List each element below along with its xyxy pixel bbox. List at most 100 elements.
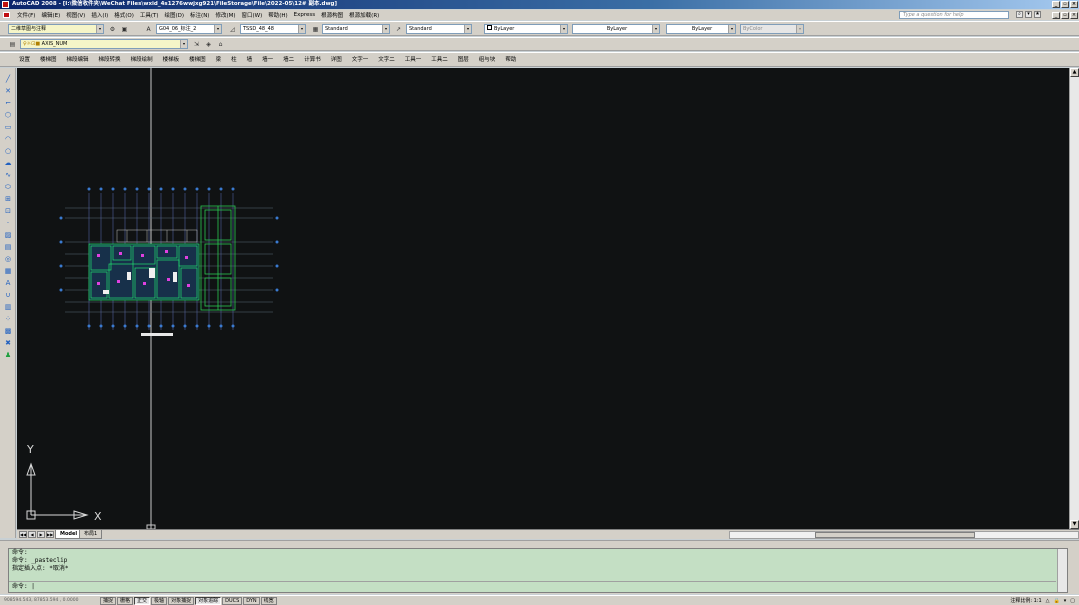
menu-dimension[interactable]: 标注(N) (187, 11, 212, 19)
command-input[interactable]: 命令: | (9, 581, 1056, 592)
tssd-item-group-block[interactable]: 组与块 (474, 55, 501, 65)
text-style-select[interactable]: G04_06_标注_2 ▾ (156, 24, 222, 34)
tssd-item-text-one[interactable]: 文字一 (347, 55, 374, 65)
point-icon[interactable]: · (3, 218, 13, 228)
tool-palette-icon[interactable]: ▥ (3, 302, 13, 312)
tssd-item-stair-plan[interactable]: 楼梯图 (35, 55, 62, 65)
scroll-down-icon[interactable]: ▼ (1070, 520, 1079, 529)
tssd-item-stair-drawing[interactable]: 楼梯图 (184, 55, 211, 65)
search-icon[interactable]: ⌕ (1016, 11, 1023, 18)
insert-block-icon[interactable]: ⊞ (3, 194, 13, 204)
polyline-icon[interactable]: ⌐ (3, 98, 13, 108)
tab-layout1[interactable]: 布局1 (79, 530, 103, 539)
menu-draw[interactable]: 绘图(D) (162, 11, 188, 19)
region-icon[interactable]: ◎ (3, 254, 13, 264)
layer-manager-icon[interactable]: ▤ (8, 40, 17, 49)
document-icon[interactable] (3, 12, 10, 18)
spline-icon[interactable]: ∿ (3, 170, 13, 180)
linetype-select[interactable]: ByLayer ▾ (572, 24, 660, 34)
first-tab-icon[interactable]: ◀◀ (19, 531, 27, 538)
minimize-button[interactable]: _ (1052, 1, 1060, 8)
tssd-item-settings[interactable]: 设置 (14, 55, 35, 65)
tssd-item-text-two[interactable]: 文字二 (373, 55, 400, 65)
dots-icon[interactable]: ⁘ (3, 314, 13, 324)
menu-edit[interactable]: 编辑(E) (38, 11, 63, 19)
tssd-item-flight-edit[interactable]: 梯段编辑 (62, 55, 94, 65)
prev-tab-icon[interactable]: ◀ (28, 531, 36, 538)
otrack-toggle[interactable]: 对象追踪 (195, 596, 222, 605)
tssd-item-tools-two[interactable]: 工具二 (426, 55, 453, 65)
menu-insert[interactable]: 插入(I) (88, 11, 111, 19)
command-history[interactable]: 命令: 命令: _pasteclip 指定插入点: *取消* 命令: | (8, 548, 1068, 593)
construction-line-icon[interactable]: ✕ (3, 86, 13, 96)
ortho-toggle[interactable]: 正交 (134, 596, 151, 605)
maximize-button[interactable]: ▫ (1061, 1, 1069, 8)
tssd-item-wall[interactable]: 墙 (242, 55, 258, 65)
workspace-select[interactable]: 二维草图与注释 ▾ (8, 24, 104, 34)
menu-format[interactable]: 格式(O) (111, 11, 137, 19)
color-select[interactable]: ByLayer ▾ (484, 24, 568, 34)
command-scrollbar[interactable] (1057, 549, 1067, 592)
lineweight-select[interactable]: ByLayer ▾ (666, 24, 736, 34)
magnet-icon[interactable]: ∪ (3, 290, 13, 300)
star-icon[interactable]: ★ (1034, 11, 1041, 18)
workspace-settings-icon[interactable]: ⚙ (108, 25, 117, 34)
dim-style-select[interactable]: TSSD_48_48 ▾ (240, 24, 306, 34)
annotation-visibility-icon[interactable]: △ (1046, 597, 1050, 605)
layer-make-current-icon[interactable]: ⇲ (192, 40, 201, 49)
doc-close-button[interactable]: × (1070, 12, 1078, 19)
rectangle-icon[interactable]: ▭ (3, 122, 13, 132)
gradient-icon[interactable]: ▤ (3, 242, 13, 252)
ellipse-icon[interactable]: ⬭ (3, 182, 13, 192)
drawing-canvas[interactable]: Y X (17, 68, 1069, 529)
revision-cloud-icon[interactable]: ☁ (3, 158, 13, 168)
mleader-style-select[interactable]: Standard ▾ (406, 24, 472, 34)
canvas-horizontal-scrollbar[interactable] (729, 531, 1079, 539)
menu-tools[interactable]: 工具(T) (137, 11, 162, 19)
autocad-app-icon[interactable] (2, 1, 9, 8)
tssd-item-tools-one[interactable]: 工具一 (400, 55, 427, 65)
tssd-item-stair-slab[interactable]: 楼梯板 (158, 55, 185, 65)
menu-help[interactable]: 帮助(H) (265, 11, 290, 19)
layer-previous-icon[interactable]: ◈ (204, 40, 213, 49)
tssd-item-column[interactable]: 柱 (226, 55, 242, 65)
layer-select[interactable]: ♀☼⊡■ AXIS_NUM ▾ (20, 39, 188, 49)
snap-toggle[interactable]: 捕捉 (100, 596, 117, 605)
scroll-thumb[interactable] (815, 532, 975, 538)
circle-icon[interactable]: ○ (3, 146, 13, 156)
tssd-item-beam[interactable]: 梁 (211, 55, 227, 65)
lock-icon[interactable]: 🔒 (1054, 597, 1060, 605)
menu-view[interactable]: 视图(V) (63, 11, 88, 19)
polar-toggle[interactable]: 极轴 (151, 596, 168, 605)
polygon-icon[interactable]: ⬡ (3, 110, 13, 120)
grid-toggle[interactable]: 栅格 (117, 596, 134, 605)
grid-icon[interactable]: ▩ (3, 326, 13, 336)
table-style-icon[interactable]: ▦ (311, 25, 320, 34)
tssd-item-help[interactable]: 帮助 (500, 55, 521, 65)
dyn-toggle[interactable]: DYN (243, 596, 260, 605)
x-mark-icon[interactable]: ✖ (3, 338, 13, 348)
help-dropdown-icon[interactable]: ▾ (1025, 11, 1032, 18)
menu-express[interactable]: Express (291, 12, 318, 18)
annotation-scale[interactable]: 注释比例: 1:1 (1010, 597, 1041, 605)
menu-window[interactable]: 窗口(W) (239, 11, 266, 19)
help-search-input[interactable]: Type a question for help (899, 11, 1009, 19)
plotstyle-select[interactable]: ByColor ▾ (740, 24, 804, 34)
multiline-text-icon[interactable]: A (3, 278, 13, 288)
workspace-lock-icon[interactable]: ▣ (120, 25, 129, 34)
dim-style-icon[interactable]: ◿ (228, 25, 237, 34)
close-button[interactable]: × (1070, 1, 1078, 8)
line-tool-icon[interactable]: ╱ (3, 74, 13, 84)
ducs-toggle[interactable]: DUCS (222, 596, 243, 605)
text-style-icon[interactable]: A (144, 25, 153, 34)
tssd-item-layers[interactable]: 图层 (453, 55, 474, 65)
last-tab-icon[interactable]: ▶▶ (46, 531, 54, 538)
table-icon[interactable]: ▦ (3, 266, 13, 276)
canvas-vertical-scrollbar[interactable]: ▲ ▼ (1069, 68, 1079, 529)
make-block-icon[interactable]: ⊡ (3, 206, 13, 216)
cursor-coordinates[interactable]: 908594.543, 87853.594 , 0.0000 (0, 598, 100, 603)
tssd-item-flight-convert[interactable]: 梯段转换 (94, 55, 126, 65)
mleader-style-icon[interactable]: ↗ (394, 25, 403, 34)
hatch-icon[interactable]: ▨ (3, 230, 13, 240)
layer-isolate-icon[interactable]: ⌂ (216, 40, 225, 49)
